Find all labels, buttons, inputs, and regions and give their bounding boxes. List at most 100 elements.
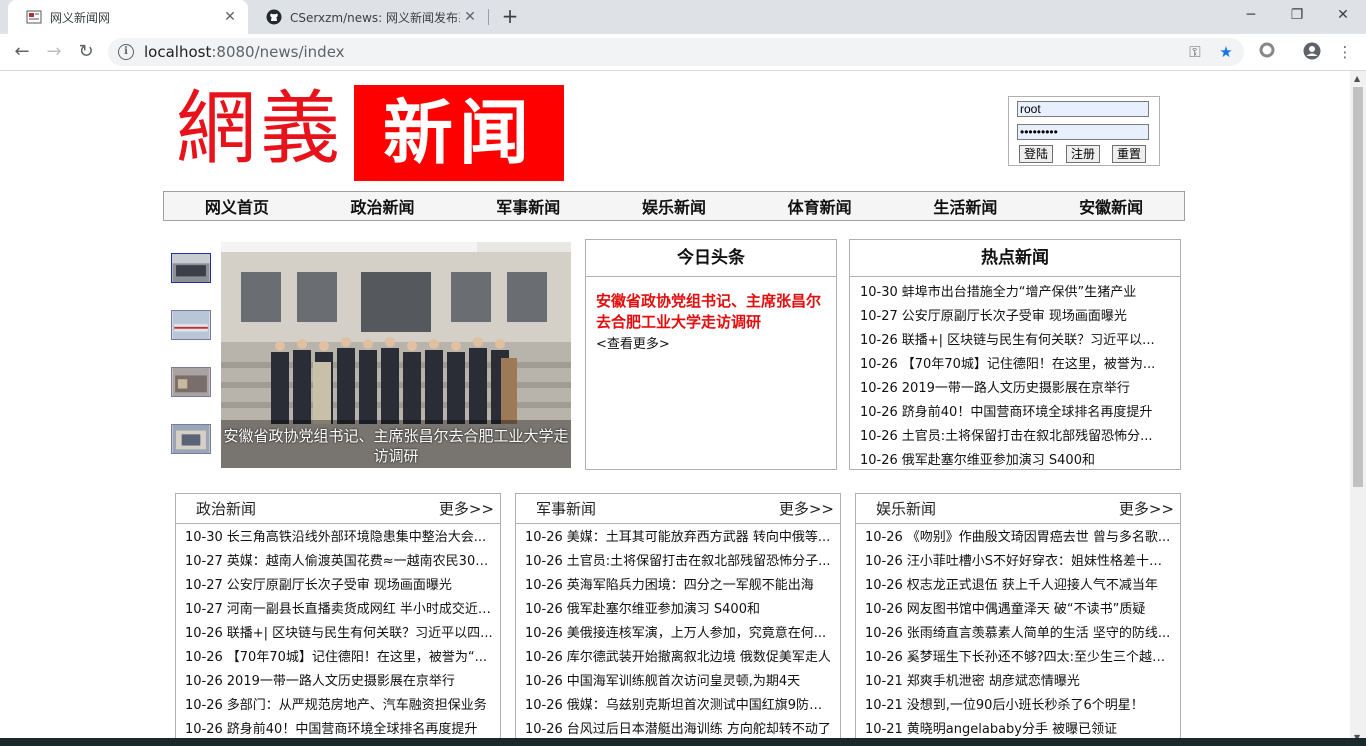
nav-home[interactable]: 网义首页 — [205, 194, 269, 218]
list-item[interactable]: 10-26 美媒：土耳其可能放弃西方武器 转向中俄等... — [525, 526, 833, 550]
maximize-icon[interactable]: ❐ — [1274, 0, 1320, 30]
tab-github[interactable]: CSerxzm/news: 网义新闻发布系 ✕ — [248, 0, 488, 34]
list-item[interactable]: 10-27 公安厅原副厅长次子受审 现场画面曝光 — [860, 305, 1170, 329]
list-item[interactable]: 10-21 没想到,一位90后小班长秒杀了6个明星！ — [865, 694, 1173, 718]
headline-story[interactable]: 安徽省政协党组书记、主席张昌尔去合肥工业大学走访调研 — [596, 291, 826, 333]
key-icon[interactable]: ⚿ — [1185, 42, 1205, 62]
list-item[interactable]: 10-26 权志龙正式退伍 获上千人迎接人气不减当年 — [865, 574, 1173, 598]
menu-icon[interactable]: ⋮ — [1335, 42, 1355, 62]
list-item[interactable]: 10-26 库尔德武装开始撤离叙北边境 俄数促美军走人 — [525, 646, 833, 670]
new-tab-button[interactable]: + — [498, 4, 522, 28]
list-item[interactable]: 10-26 联播+| 区块链与民生有何关联？习近平以... — [860, 329, 1170, 353]
headline-panel: 今日头条 安徽省政协党组书记、主席张昌尔去合肥工业大学走访调研 <查看更多> — [585, 239, 837, 470]
military-box: 军事新闻 更多>> 10-26 美媒：土耳其可能放弃西方武器 转向中俄等... 1… — [515, 493, 841, 746]
entertainment-box: 娱乐新闻 更多>> 10-26 《吻别》作曲殷文琦因胃癌去世 曾与多名歌... 1… — [855, 493, 1181, 746]
reload-icon[interactable]: ↻ — [74, 40, 98, 64]
entertainment-box-header: 娱乐新闻 更多>> — [856, 494, 1180, 524]
close-tab-icon[interactable]: ✕ — [460, 9, 480, 25]
list-item[interactable]: 10-26 奚梦瑶生下长孙还不够?四太:至少生三个越多... — [865, 646, 1173, 670]
slide-thumbnail[interactable] — [171, 367, 211, 397]
view-more-link[interactable]: <查看更多> — [596, 333, 836, 352]
nav-politics[interactable]: 政治新闻 — [351, 194, 415, 218]
list-item[interactable]: 10-26 俄媒：乌兹别克斯坦首次测试中国红旗9防空... — [525, 694, 833, 718]
list-item[interactable]: 10-27 河南一副县长直播卖货成网红 半小时成交近3... — [185, 598, 493, 622]
entertainment-box-title: 娱乐新闻 — [876, 500, 937, 518]
os-taskbar — [0, 738, 1366, 746]
list-item[interactable]: 10-26 俄军赴塞尔维亚参加演习 S400和 — [860, 449, 1170, 473]
list-item[interactable]: 10-26 2019一带一路人文历史摄影展在京举行 — [860, 377, 1170, 401]
list-item[interactable]: 10-21 郑爽手机泄密 胡彦斌恋情曝光 — [865, 670, 1173, 694]
username-input[interactable] — [1017, 101, 1149, 117]
forward-icon[interactable]: → — [42, 40, 66, 64]
browser-toolbar: ← → ↻ i localhost:8080/news/index ⚿ ★ ⋮ — [0, 34, 1366, 71]
nav-military[interactable]: 军事新闻 — [496, 194, 560, 218]
politics-box-header: 政治新闻 更多>> — [176, 494, 500, 524]
login-form: 登陆 注册 重置 — [1008, 96, 1160, 166]
vertical-scrollbar[interactable]: ▲ ▼ — [1350, 71, 1366, 746]
politics-box-title: 政治新闻 — [196, 500, 257, 518]
list-item[interactable]: 10-26 【70年70城】记住德阳！在这里，被誉为“... — [185, 646, 493, 670]
info-icon[interactable]: i — [118, 44, 134, 60]
site-logo-box: 新闻 — [354, 85, 564, 181]
politics-box: 政治新闻 更多>> 10-30 长三角高铁沿线外部环境隐患集中整治大会... 10… — [175, 493, 501, 746]
register-button[interactable]: 注册 — [1066, 145, 1101, 163]
list-item[interactable]: 10-26 美俄接连核军演，上万人参加，究竟意在何... — [525, 622, 833, 646]
list-item[interactable]: 10-30 蚌埠市出台措施全力“增产保供”生猪产业 — [860, 281, 1170, 305]
list-item[interactable]: 10-26 土官员:土将保留打击在叙北部残留恐怖分... — [860, 425, 1170, 449]
slide-thumbnail[interactable] — [171, 310, 211, 340]
nav-anhui[interactable]: 安徽新闻 — [1079, 194, 1143, 218]
slide-thumbnail[interactable] — [171, 424, 211, 454]
military-more-link[interactable]: 更多>> — [779, 494, 834, 524]
main-nav: 网义首页 政治新闻 军事新闻 娱乐新闻 体育新闻 生活新闻 安徽新闻 — [163, 191, 1185, 221]
list-item[interactable]: 10-27 公安厅原副厅长次子受审 现场画面曝光 — [185, 574, 493, 598]
list-item[interactable]: 10-26 联播+| 区块链与民生有何关联？习近平以四... — [185, 622, 493, 646]
list-item[interactable]: 10-26 【70年70城】记住德阳！在这里，被誉为... — [860, 353, 1170, 377]
password-input[interactable] — [1017, 124, 1149, 140]
list-item[interactable]: 10-26 多部门：从严规范房地产、汽车融资担保业务 — [185, 694, 493, 718]
slide-thumbnail[interactable] — [171, 253, 211, 283]
bookmark-star-icon[interactable]: ★ — [1216, 42, 1236, 62]
reset-button[interactable]: 重置 — [1112, 145, 1147, 163]
list-item[interactable]: 10-26 土官员:土将保留打击在叙北部残留恐怖分子... — [525, 550, 833, 574]
address-bar[interactable]: i localhost:8080/news/index — [108, 38, 1244, 66]
back-icon[interactable]: ← — [10, 40, 34, 64]
login-button[interactable]: 登陆 — [1019, 145, 1054, 163]
list-item[interactable]: 10-27 英媒：越南人偷渡英国花费≈一越南农民30年... — [185, 550, 493, 574]
entertainment-list: 10-26 《吻别》作曲殷文琦因胃癌去世 曾与多名歌... 10-26 汪小菲吐槽小… — [865, 526, 1180, 742]
list-item[interactable]: 10-26 俄军赴塞尔维亚参加演习 S400和 — [525, 598, 833, 622]
list-item[interactable]: 10-26 中国海军训练舰首次访问皇灵顿,为期4天 — [525, 670, 833, 694]
nav-entertainment[interactable]: 娱乐新闻 — [642, 194, 706, 218]
minimize-icon[interactable]: ─ — [1228, 0, 1274, 30]
headline-panel-title: 今日头条 — [586, 240, 836, 277]
military-box-header: 军事新闻 更多>> — [516, 494, 840, 524]
slide-caption: 安徽省政协党组书记、主席张昌尔去合肥工业大学走访调研 — [223, 427, 569, 465]
newspaper-icon — [26, 10, 42, 24]
list-item[interactable]: 10-26 跻身前40！中国营商环境全球排名再度提升 — [860, 401, 1170, 425]
slide-image[interactable]: 安徽省政协党组书记、主席张昌尔去合肥工业大学走访调研 — [221, 242, 571, 468]
scroll-up-icon[interactable]: ▲ — [1354, 74, 1360, 83]
tab-title: 网义新闻网 — [50, 10, 111, 25]
close-tab-icon[interactable]: ✕ — [220, 9, 240, 25]
hot-news-list: 10-30 蚌埠市出台措施全力“增产保供”生猪产业 10-27 公安厅原副厅长次子受… — [860, 281, 1180, 473]
tab-separator — [488, 9, 489, 25]
tab-news-site[interactable]: 网义新闻网 ✕ — [8, 0, 248, 34]
extension-icon[interactable] — [1257, 42, 1277, 62]
list-item[interactable]: 10-26 2019一带一路人文历史摄影展在京举行 — [185, 670, 493, 694]
list-item[interactable]: 10-26 张雨绮直言羡慕素人简单的生活 坚守的防线... — [865, 622, 1173, 646]
nav-sports[interactable]: 体育新闻 — [788, 194, 852, 218]
list-item[interactable]: 10-26 汪小菲吐槽小S不好好穿衣：姐妹性格差十万... — [865, 550, 1173, 574]
scrollbar-thumb[interactable] — [1353, 87, 1363, 487]
list-item[interactable]: 10-26 英海军陷兵力困境：四分之一军舰不能出海 — [525, 574, 833, 598]
nav-life[interactable]: 生活新闻 — [933, 194, 997, 218]
list-item[interactable]: 10-26 网友图书馆中偶遇童泽天 破“不读书”质疑 — [865, 598, 1173, 622]
close-window-icon[interactable]: ✕ — [1320, 0, 1366, 30]
military-box-title: 军事新闻 — [536, 500, 597, 518]
profile-icon[interactable] — [1302, 42, 1322, 62]
entertainment-more-link[interactable]: 更多>> — [1119, 494, 1174, 524]
web-page: 網義 新闻 登陆 注册 重置 网义首页 政治新闻 军事新闻 娱乐新闻 体育新闻 … — [0, 71, 1350, 746]
politics-more-link[interactable]: 更多>> — [439, 494, 494, 524]
list-item[interactable]: 10-30 长三角高铁沿线外部环境隐患集中整治大会... — [185, 526, 493, 550]
list-item[interactable]: 10-26 《吻别》作曲殷文琦因胃癌去世 曾与多名歌... — [865, 526, 1173, 550]
site-logo-text: 網義 — [176, 82, 344, 175]
hot-news-panel: 热点新闻 10-30 蚌埠市出台措施全力“增产保供”生猪产业 10-27 公安厅原副… — [849, 239, 1181, 470]
